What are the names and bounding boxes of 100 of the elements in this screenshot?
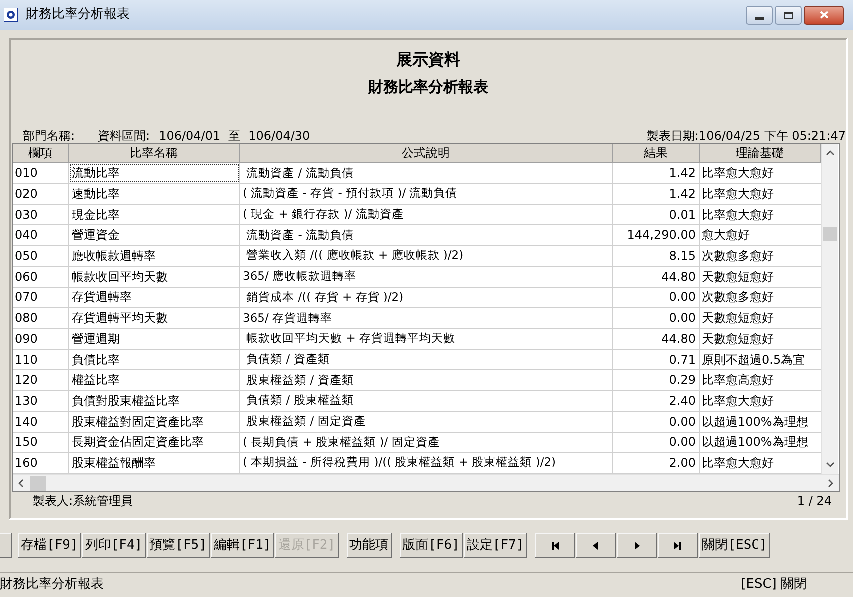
table-cell-text: 比率愈高愈好	[701, 372, 775, 390]
column-header[interactable]: 結果	[613, 144, 700, 162]
table-cell: 144,290.00	[613, 225, 700, 246]
maximize-button[interactable]	[775, 6, 802, 24]
toolbar-button[interactable]: 存檔[F9]	[18, 533, 82, 558]
horizontal-scrollbar[interactable]	[13, 474, 839, 491]
navigation-button[interactable]	[658, 533, 698, 558]
toolbar-button[interactable]: 版面[F6]	[400, 533, 463, 558]
table-cell: 2.00	[613, 453, 700, 473]
table-cell: 040	[13, 225, 69, 246]
table-cell: 090	[13, 328, 69, 349]
table-cell: 權益比率	[69, 370, 240, 390]
app-icon	[4, 8, 18, 22]
table-cell: 速動比率	[69, 184, 240, 204]
table-cell: 8.15	[613, 246, 700, 266]
last-page-icon	[673, 540, 684, 550]
table-cell: 股東權益對固定資產比率	[69, 412, 240, 432]
toolbar-button[interactable]: 功能項	[346, 533, 392, 558]
minimize-button[interactable]	[746, 6, 773, 24]
table-cell-text: 原則不超過0.5為宜	[701, 352, 806, 369]
table-cell: 流動資產 / 流動負債	[240, 163, 613, 184]
column-header[interactable]: 比率名稱	[69, 144, 240, 162]
toolbar-button[interactable]: 編輯[F1]	[210, 533, 274, 558]
navigation-button[interactable]	[535, 533, 576, 558]
table-cell: 存貨週轉平均天數	[69, 308, 240, 328]
table-cell: 110	[13, 350, 69, 370]
scroll-right-icon[interactable]	[826, 478, 835, 488]
report-title: 展示資料	[396, 49, 460, 71]
table-cell: 負債類 / 資產類	[240, 350, 613, 370]
column-header[interactable]: 欄項	[13, 144, 69, 162]
table-cell: 130	[13, 391, 69, 411]
table-cell: 0.01	[613, 204, 700, 224]
toolbar-button[interactable]: 預覽[F5]	[146, 533, 210, 558]
table-cell: 030	[13, 204, 69, 224]
table-cell: 現金比率	[69, 204, 240, 224]
toolbar-button[interactable]: 設定[F7]	[464, 533, 528, 558]
table-cell: ( 本期損益 - 所得稅費用 )/(( 股東權益類 + 股東權益類 )/2)	[240, 453, 613, 473]
table-cell: 0.00	[613, 308, 700, 328]
status-text: 財務比率分析報表	[0, 576, 104, 594]
table-cell: 050	[13, 246, 69, 266]
table-cell-text: 以超過100%為理想	[701, 414, 810, 431]
table-cell: 080	[13, 308, 69, 328]
table-cell: 0.71	[613, 350, 700, 370]
column-header[interactable]: 公式說明	[240, 144, 613, 162]
cut-off-button[interactable]	[0, 533, 12, 558]
table-cell: 存貨週轉率	[69, 288, 240, 308]
table-cell: 股東權益報酬率	[69, 453, 240, 473]
table-cell: 0.00	[613, 432, 700, 452]
table-cell: 020	[13, 184, 69, 204]
table-cell: 0.00	[613, 412, 700, 432]
table-cell: 070	[13, 288, 69, 308]
table-cell: 060	[13, 266, 69, 287]
table-cell: 流動資產 - 流動負債	[240, 225, 613, 246]
table-cell-text: 愈大愈好	[701, 227, 751, 244]
table-cell: 股東權益類 / 資產類	[240, 370, 613, 390]
table-cell: 帳款收回平均天數 + 存貨週轉平均天數	[240, 328, 613, 349]
table-cell: 股東權益類 / 固定資產	[240, 412, 613, 432]
period-label: 資料區間:	[98, 130, 150, 142]
scroll-down-icon[interactable]	[826, 460, 834, 469]
table-cell: 長期資金佔固定資產比率	[69, 432, 240, 452]
table-cell: 0.29	[613, 370, 700, 390]
table-cell: ( 流動資產 - 存貨 - 預付款項 )/ 流動負債	[240, 184, 613, 204]
table-cell: 365/ 存貨週轉率	[240, 308, 613, 328]
table-cell-text: 比率愈大愈好	[701, 392, 775, 410]
table-cell: ( 現金 + 銀行存款 )/ 流動資產	[240, 204, 613, 224]
scroll-thumb[interactable]	[823, 227, 837, 241]
table-cell: 44.80	[613, 328, 700, 349]
table-cell: 0.00	[613, 288, 700, 308]
table-cell: 帳款收回平均天數	[69, 266, 240, 287]
table-cell-text: 天數愈短愈好	[701, 310, 775, 328]
period-start: 106/04/01	[159, 130, 221, 142]
first-page-icon	[550, 540, 560, 550]
report-maker: 製表人:系統管理員	[33, 493, 134, 510]
table-cell: 1.42	[613, 184, 700, 204]
table-cell-text: 比率愈大愈好	[701, 455, 775, 472]
department-label: 部門名稱:	[23, 130, 76, 142]
close-icon	[820, 11, 828, 19]
report-subtitle: 財務比率分析報表	[368, 77, 488, 98]
close-button[interactable]	[804, 6, 844, 24]
status-hint: [ESC] 關閉	[741, 576, 807, 594]
table-cell: 流動比率	[69, 163, 240, 184]
table-cell-text: 以超過100%為理想	[701, 434, 810, 452]
table-cell-text: 天數愈短愈好	[701, 268, 775, 286]
scroll-up-icon[interactable]	[826, 149, 834, 158]
table-cell-text: 天數愈短愈好	[701, 330, 775, 348]
page-number: 1 / 24	[797, 493, 832, 510]
period-end: 106/04/30	[248, 130, 310, 142]
toolbar-button[interactable]: 列印[F4]	[82, 533, 146, 558]
table-cell: 160	[13, 453, 69, 473]
toolbar-button[interactable]: 關閉[ESC]	[699, 533, 770, 558]
table-cell: 營運週期	[69, 328, 240, 349]
scroll-left-icon[interactable]	[17, 478, 26, 488]
table-cell: 負債對股東權益比率	[69, 391, 240, 411]
table-cell-text: 次數愈多愈好	[701, 248, 775, 266]
table-cell: ( 長期負債 + 股東權益類 )/ 固定資產	[240, 432, 613, 452]
table-cell-text: 比率愈大愈好	[701, 165, 775, 182]
vertical-scrollbar[interactable]	[821, 144, 838, 474]
scroll-thumb[interactable]	[30, 476, 46, 490]
table-cell: 1.42	[613, 163, 700, 184]
table-cell: 負債比率	[69, 350, 240, 370]
